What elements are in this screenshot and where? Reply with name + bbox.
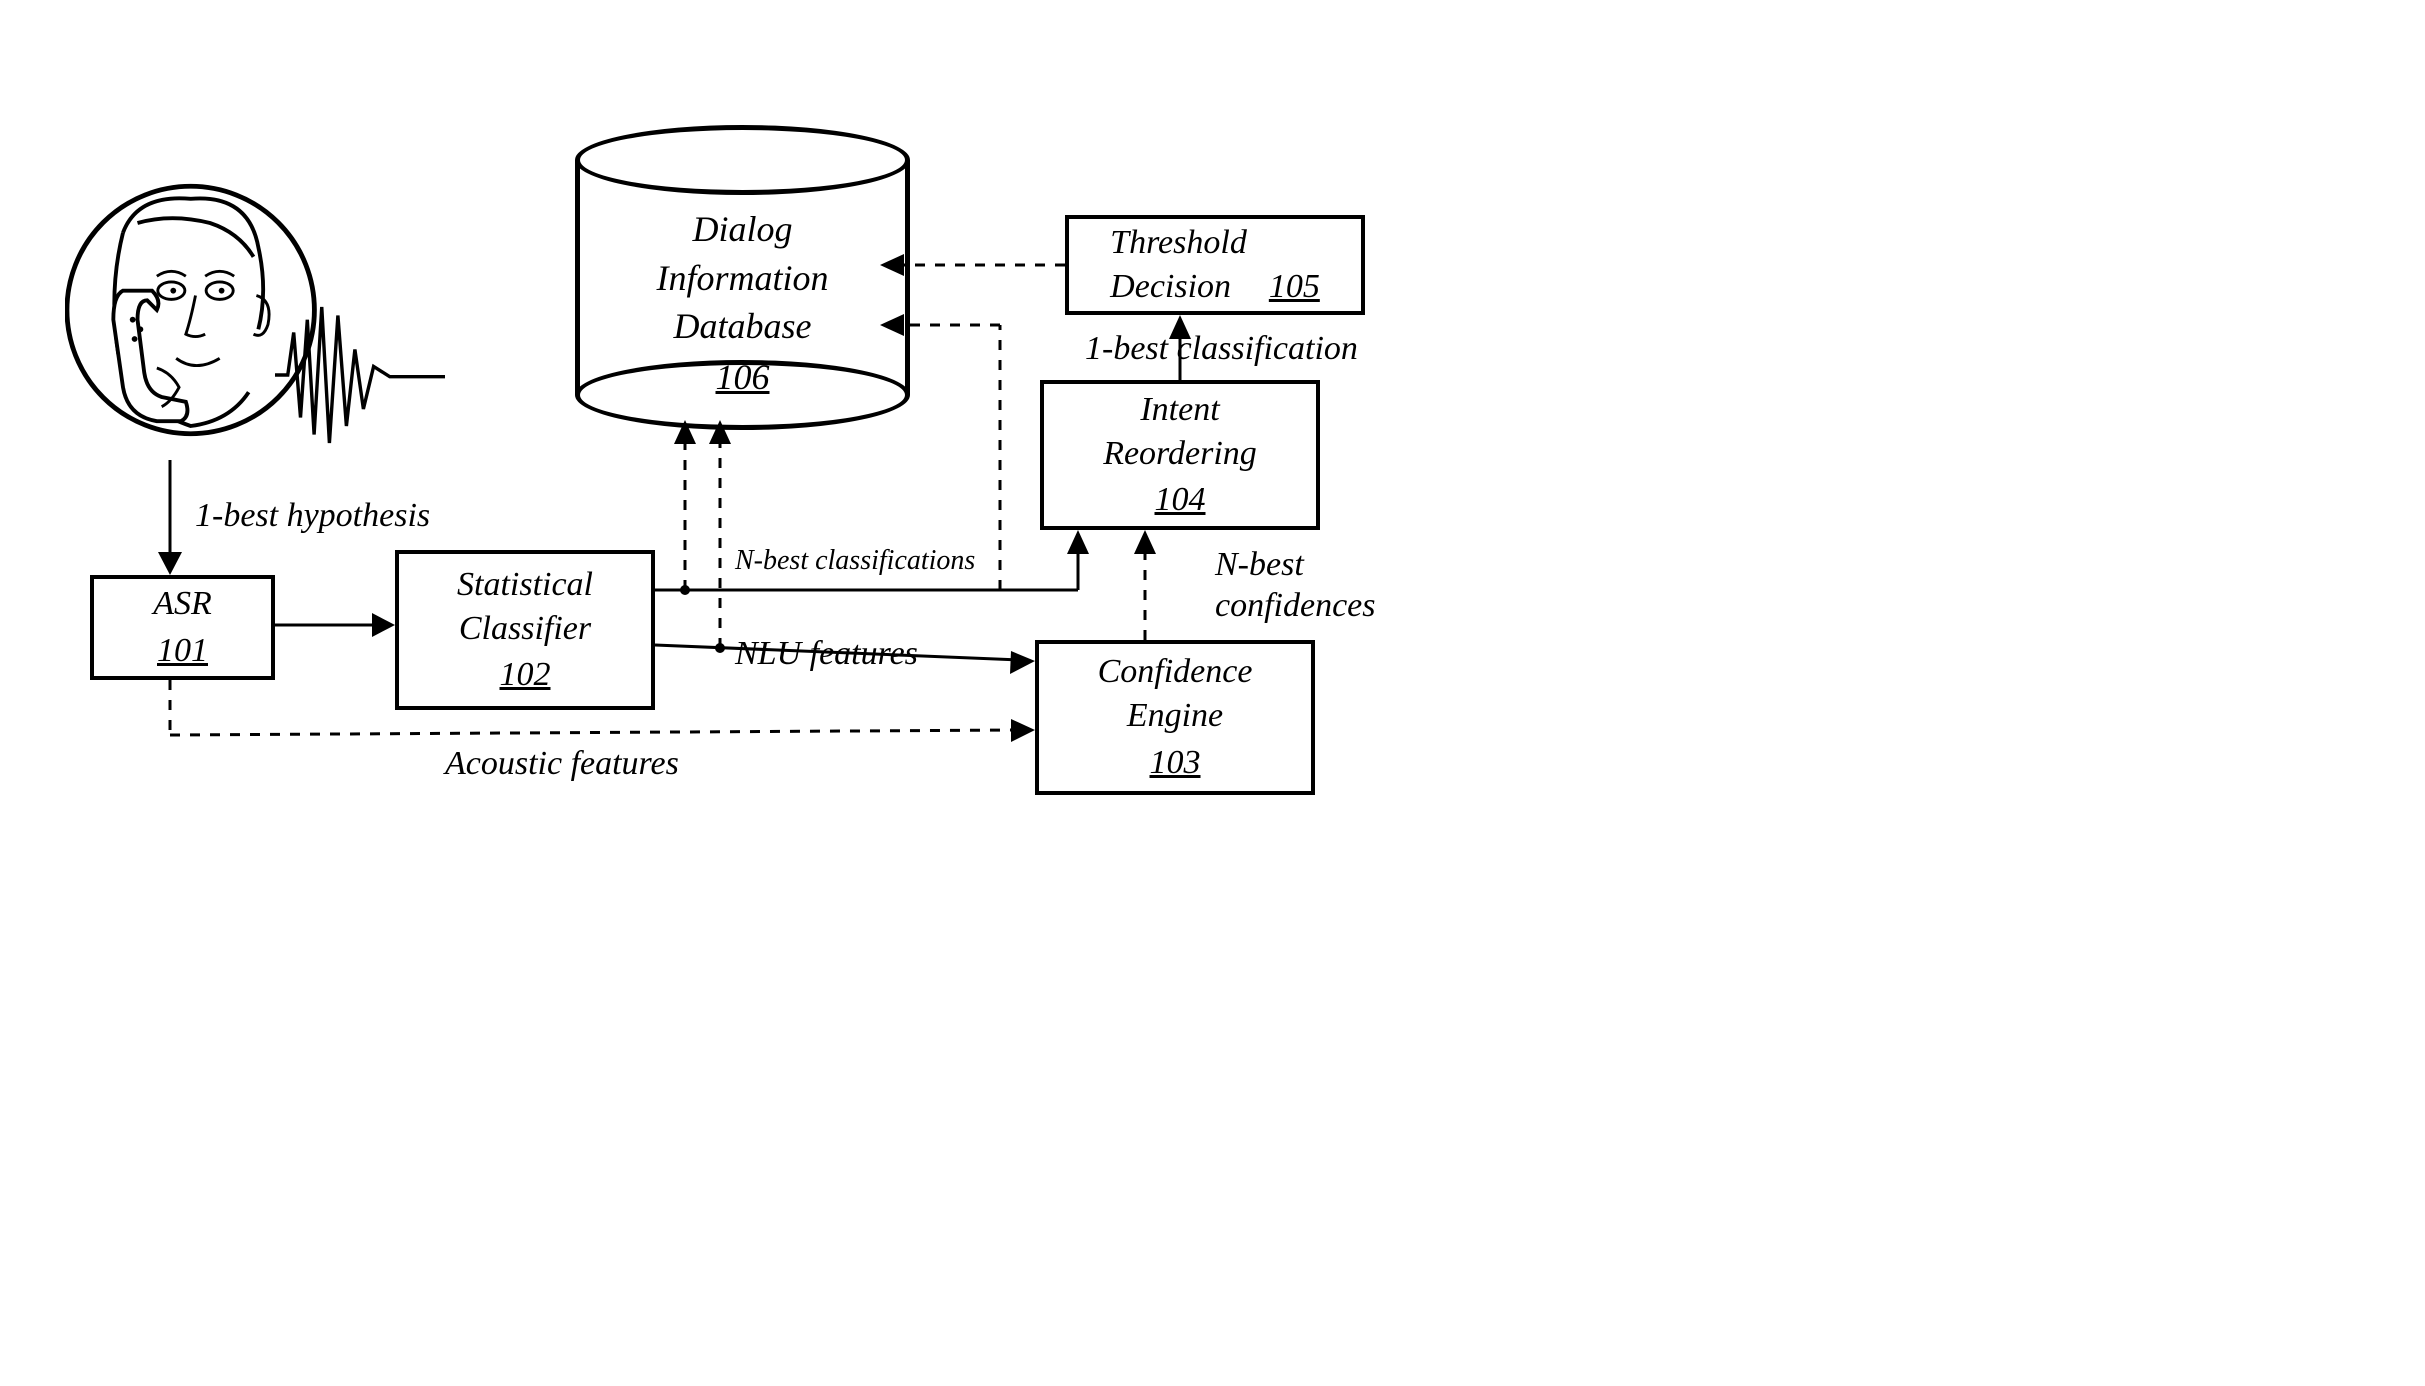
db-label-1: Dialog: [575, 205, 910, 254]
user-on-phone-icon: [65, 165, 355, 455]
edge-nbest-conf-label: N-best confidences: [1215, 545, 1415, 627]
dialog-database-block: Dialog Information Database 106: [575, 125, 910, 430]
confidence-ref: 103: [1150, 741, 1201, 785]
asr-label: ASR: [153, 582, 212, 626]
threshold-decision-block: Threshold Decision 105: [1065, 215, 1365, 315]
statistical-classifier-block: Statistical Classifier 102: [395, 550, 655, 710]
reorder-ref: 104: [1155, 478, 1206, 522]
asr-block: ASR 101: [90, 575, 275, 680]
edge-acoustic-label: Acoustic features: [445, 745, 679, 783]
confidence-label-2: Engine: [1127, 694, 1223, 738]
edge-onebest-class-label: 1-best classification: [1085, 330, 1358, 368]
db-label-2: Information: [575, 254, 910, 303]
reorder-label-1: Intent: [1140, 388, 1219, 432]
threshold-label-2: Decision: [1110, 265, 1247, 309]
edge-hypothesis-label: 1-best hypothesis: [195, 497, 430, 535]
threshold-label-1: Threshold: [1110, 221, 1247, 265]
diagram-canvas: ASR 101 Statistical Classifier 102 Dialo…: [0, 0, 2425, 1386]
classifier-label-1: Statistical: [457, 563, 593, 607]
threshold-ref: 105: [1269, 265, 1320, 309]
reorder-label-2: Reordering: [1103, 432, 1257, 476]
confidence-label-1: Confidence: [1098, 650, 1253, 694]
intent-reordering-block: Intent Reordering 104: [1040, 380, 1320, 530]
classifier-ref: 102: [500, 653, 551, 697]
asr-ref: 101: [157, 629, 208, 673]
db-ref: 106: [716, 353, 770, 402]
edge-nbest-class-label: N-best classifications: [735, 545, 975, 577]
classifier-label-2: Classifier: [459, 607, 591, 651]
db-label-3: Database: [575, 302, 910, 351]
confidence-engine-block: Confidence Engine 103: [1035, 640, 1315, 795]
edge-nlu-label: NLU features: [735, 635, 918, 673]
